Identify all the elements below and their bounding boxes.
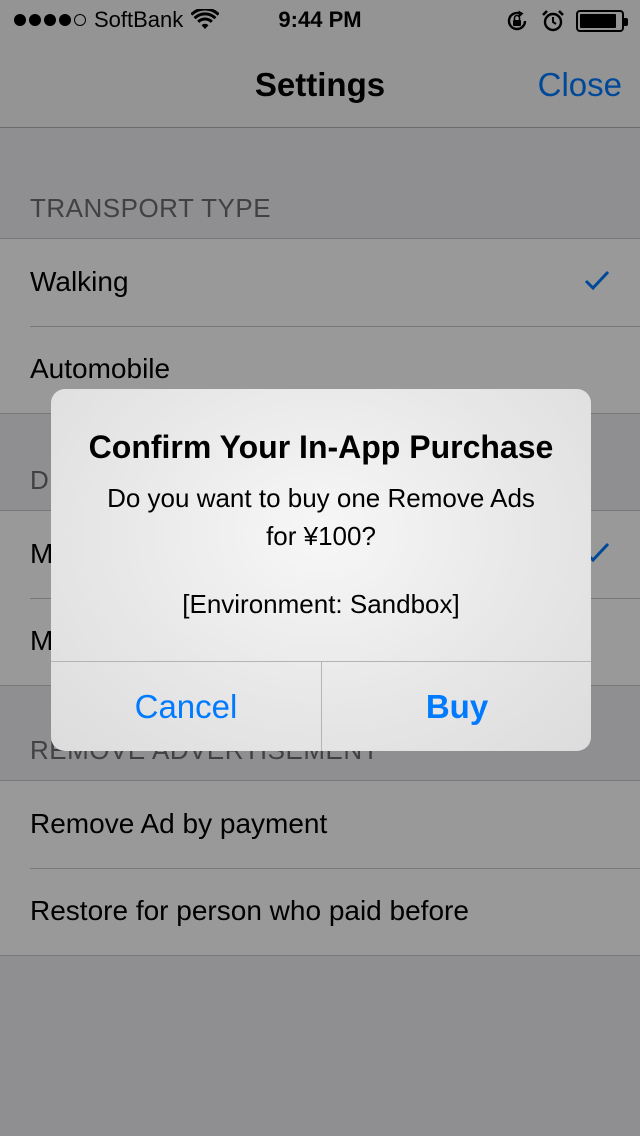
- screen: SoftBank 9:44 PM Settings Close TRANSPOR…: [0, 0, 640, 1136]
- alert-title: Confirm Your In-App Purchase: [88, 429, 554, 465]
- alert-environment: [Environment: Sandbox]: [182, 589, 460, 619]
- cancel-button[interactable]: Cancel: [51, 662, 321, 751]
- alert-message: Do you want to buy one Remove Ads for ¥1…: [71, 479, 571, 555]
- alert-message-line-2: for ¥100?: [266, 521, 376, 551]
- purchase-confirm-alert: Confirm Your In-App Purchase Do you want…: [51, 389, 591, 751]
- alert-message-line-1: Do you want to buy one Remove Ads: [107, 483, 535, 513]
- buy-button[interactable]: Buy: [322, 662, 591, 751]
